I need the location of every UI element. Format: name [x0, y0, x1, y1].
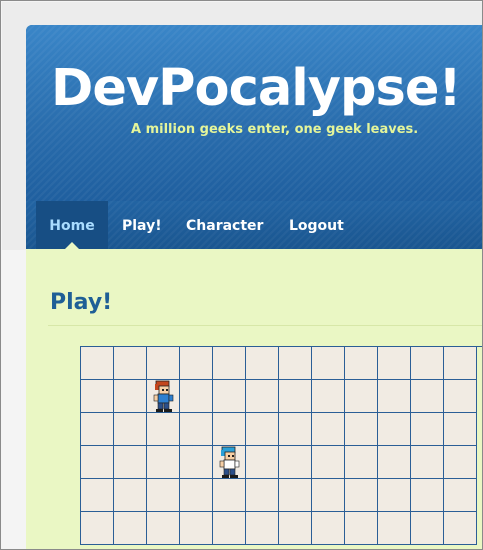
grid-cell[interactable]: [312, 479, 345, 512]
grid-cell[interactable]: [444, 479, 477, 512]
grid-cell[interactable]: [213, 413, 246, 446]
grid-cell[interactable]: [147, 446, 180, 479]
grid-cell[interactable]: [114, 512, 147, 545]
grid-cell[interactable]: [378, 413, 411, 446]
main-navigation: Home Play! Character Logout: [26, 201, 482, 249]
grid-cell[interactable]: [213, 446, 246, 479]
red-haired-geek-sprite[interactable]: [150, 380, 176, 413]
grid-cell[interactable]: [213, 512, 246, 545]
page-heading: Play!: [50, 290, 113, 315]
grid-cell[interactable]: [378, 479, 411, 512]
grid-cell[interactable]: [378, 512, 411, 545]
grid-cell[interactable]: [213, 347, 246, 380]
grid-cell[interactable]: [81, 347, 114, 380]
grid-cell[interactable]: [378, 347, 411, 380]
grid-cell[interactable]: [147, 347, 180, 380]
grid-cell[interactable]: [81, 446, 114, 479]
grid-cell[interactable]: [312, 413, 345, 446]
grid-cell[interactable]: [444, 446, 477, 479]
nav-item-logout[interactable]: Logout: [289, 201, 344, 249]
grid-cell[interactable]: [345, 413, 378, 446]
nav-item-label: Play!: [122, 218, 162, 234]
site-title[interactable]: DevPocalypse!: [51, 59, 462, 119]
grid-cell[interactable]: [444, 413, 477, 446]
grid-cell[interactable]: [411, 512, 444, 545]
grid-cell[interactable]: [147, 479, 180, 512]
grid-cell[interactable]: [312, 512, 345, 545]
grid-cell[interactable]: [81, 413, 114, 446]
grid-cell[interactable]: [213, 479, 246, 512]
grid-cell[interactable]: [246, 479, 279, 512]
blue-haired-geek-sprite[interactable]: [216, 446, 242, 479]
grid-cell[interactable]: [180, 413, 213, 446]
grid-cell[interactable]: [378, 446, 411, 479]
grid-cell[interactable]: [345, 347, 378, 380]
grid-cell[interactable]: [114, 347, 147, 380]
grid-cell[interactable]: [147, 380, 180, 413]
grid-cell[interactable]: [180, 347, 213, 380]
grid-cell[interactable]: [312, 347, 345, 380]
grid-cell[interactable]: [411, 380, 444, 413]
grid-cell[interactable]: [81, 380, 114, 413]
grid-cell[interactable]: [246, 380, 279, 413]
grid-cell[interactable]: [411, 479, 444, 512]
grid-cell[interactable]: [213, 380, 246, 413]
nav-item-character[interactable]: Character: [186, 201, 263, 249]
grid-cell[interactable]: [246, 413, 279, 446]
game-board: [80, 346, 482, 549]
grid-cell[interactable]: [279, 479, 312, 512]
nav-item-play[interactable]: Play!: [122, 201, 162, 249]
grid-cell[interactable]: [246, 347, 279, 380]
grid-cell[interactable]: [279, 347, 312, 380]
site-tagline: A million geeks enter, one geek leaves.: [131, 122, 419, 137]
grid-cell[interactable]: [279, 512, 312, 545]
grid-cell[interactable]: [147, 413, 180, 446]
grid-cell[interactable]: [378, 380, 411, 413]
grid-cell[interactable]: [345, 380, 378, 413]
grid-cell[interactable]: [246, 446, 279, 479]
grid-cell[interactable]: [114, 380, 147, 413]
grid-cell[interactable]: [411, 446, 444, 479]
grid-cell[interactable]: [246, 512, 279, 545]
grid-cell[interactable]: [180, 446, 213, 479]
grid-cell[interactable]: [81, 479, 114, 512]
grid-cell[interactable]: [312, 380, 345, 413]
active-tab-pointer: [65, 242, 79, 249]
grid-cell[interactable]: [345, 512, 378, 545]
grid-cell[interactable]: [180, 512, 213, 545]
grid-cell[interactable]: [279, 446, 312, 479]
heading-divider: [48, 325, 482, 326]
grid-cell[interactable]: [444, 347, 477, 380]
grid-cell[interactable]: [444, 512, 477, 545]
nav-item-label: Home: [49, 218, 95, 234]
grid-cell[interactable]: [81, 512, 114, 545]
page-container: DevPocalypse! A million geeks enter, one…: [26, 25, 482, 549]
grid-cell[interactable]: [345, 479, 378, 512]
grid-cell[interactable]: [411, 413, 444, 446]
grid-cell[interactable]: [114, 446, 147, 479]
grid-cell[interactable]: [114, 413, 147, 446]
grid-cell[interactable]: [180, 479, 213, 512]
grid-cell[interactable]: [114, 479, 147, 512]
site-header: DevPocalypse! A million geeks enter, one…: [26, 25, 482, 201]
grid-cell[interactable]: [279, 413, 312, 446]
grid-cell[interactable]: [180, 380, 213, 413]
grid-cell[interactable]: [312, 446, 345, 479]
browser-frame: DevPocalypse! A million geeks enter, one…: [0, 0, 483, 550]
grid-cell[interactable]: [345, 446, 378, 479]
grid-cell[interactable]: [444, 380, 477, 413]
game-grid: [80, 346, 482, 545]
grid-cell[interactable]: [411, 347, 444, 380]
nav-item-label: Logout: [289, 218, 344, 234]
nav-item-home[interactable]: Home: [36, 201, 108, 249]
nav-item-label: Character: [186, 218, 264, 234]
grid-cell[interactable]: [279, 380, 312, 413]
grid-cell[interactable]: [147, 512, 180, 545]
